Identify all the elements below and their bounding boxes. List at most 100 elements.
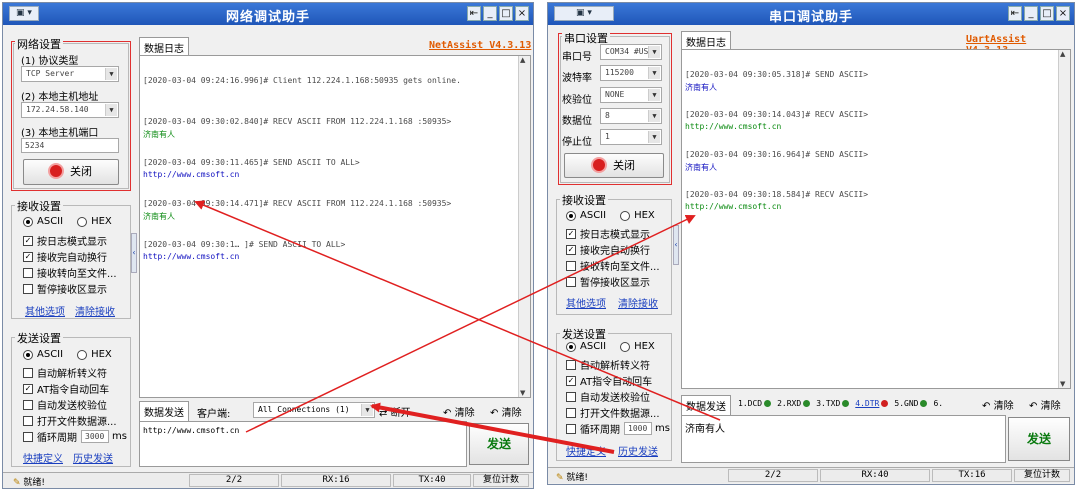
recv-more-options-link[interactable]: 其他选项 xyxy=(25,303,65,318)
baud-select[interactable]: 115200 ▼ xyxy=(600,65,662,81)
send-button[interactable]: 发送 xyxy=(1008,417,1070,461)
send-tab[interactable]: 数据发送 xyxy=(681,395,731,415)
minimize-button[interactable]: _ xyxy=(483,6,497,21)
log-scrollbar[interactable] xyxy=(1058,50,1070,388)
port-select[interactable]: COM34 #US ▼ xyxy=(600,44,662,60)
checkbox[interactable]: ✓ xyxy=(566,375,576,386)
stopbits-select[interactable]: 1 ▼ xyxy=(600,129,662,145)
chevron-down-icon[interactable]: ▼ xyxy=(648,46,660,58)
signal-indicator[interactable]: 3.TXD xyxy=(816,399,850,408)
host-addr-select[interactable]: 172.24.58.140 ▼ xyxy=(21,102,119,118)
shortcut-link[interactable]: 快捷定义 xyxy=(566,443,606,458)
brand-link[interactable]: NetAssist V4.3.13 xyxy=(429,40,531,51)
close-window-button[interactable]: × xyxy=(1056,6,1070,21)
protocol-select[interactable]: TCP Server ▼ xyxy=(21,66,119,82)
checkbox[interactable]: ✓ xyxy=(23,235,33,246)
pin-icon[interactable]: ⇤ xyxy=(467,6,481,21)
chevron-down-icon[interactable]: ▼ xyxy=(361,404,373,416)
checkbox[interactable] xyxy=(566,260,576,271)
pin-icon[interactable]: ⇤ xyxy=(1008,6,1022,21)
uartassist-titlebar[interactable]: ▣ ▾ 串口调试助手 ⇤ _ □ × xyxy=(548,3,1074,25)
client-select[interactable]: All Connections (1) ▼ xyxy=(253,402,375,418)
recv-ascii-radio[interactable] xyxy=(23,216,33,227)
chevron-down-icon[interactable]: ▼ xyxy=(105,68,117,80)
clear-recv-link[interactable]: 清除接收 xyxy=(618,295,658,310)
signal-indicator[interactable]: 2.RXD xyxy=(777,399,811,408)
send-option-1[interactable]: ✓ AT指令自动回车 xyxy=(566,373,652,388)
send-option-0[interactable]: 自动解析转义符 xyxy=(23,365,107,380)
send-option-4[interactable]: 循环周期 xyxy=(566,421,620,436)
maximize-button[interactable]: □ xyxy=(499,6,513,21)
checkbox[interactable] xyxy=(23,267,33,278)
recv-hex-radio[interactable] xyxy=(77,216,88,227)
close-port-button[interactable]: 关闭 xyxy=(564,153,664,178)
send-input[interactable]: 济南有人 xyxy=(681,415,1006,463)
send-tab[interactable]: 数据发送 xyxy=(139,401,189,421)
checkbox[interactable]: ✓ xyxy=(566,228,576,239)
checkbox[interactable] xyxy=(566,391,576,402)
recv-option-0[interactable]: ✓ 按日志模式显示 xyxy=(566,226,650,241)
history-link[interactable]: 历史发送 xyxy=(618,443,658,458)
checkbox[interactable]: ✓ xyxy=(566,244,576,255)
recv-option-2[interactable]: 接收转向至文件... xyxy=(566,258,660,273)
reset-count-button[interactable]: 复位计数 xyxy=(473,474,529,487)
clear-button-1[interactable]: ↶ 清除 xyxy=(982,397,1014,412)
parity-select[interactable]: NONE ▼ xyxy=(600,87,662,103)
chevron-down-icon[interactable]: ▼ xyxy=(648,131,660,143)
recv-hex-radio[interactable] xyxy=(620,210,631,221)
send-input[interactable]: http://www.cmsoft.cn xyxy=(139,421,467,467)
recv-ascii-radio[interactable] xyxy=(566,210,576,221)
recv-option-1[interactable]: ✓ 接收完自动换行 xyxy=(23,249,107,264)
log-area[interactable]: [2020-03-04 09:24:16.996]# Client 112.22… xyxy=(139,55,531,398)
recv-option-0[interactable]: ✓ 按日志模式显示 xyxy=(23,233,107,248)
send-hex-radio[interactable] xyxy=(77,349,88,360)
send-ascii-radio[interactable] xyxy=(23,349,33,360)
signal-indicator[interactable]: 1.DCD xyxy=(738,399,772,408)
checkbox[interactable] xyxy=(23,399,33,410)
maximize-button[interactable]: □ xyxy=(1040,6,1054,21)
host-port-input[interactable]: 5234 xyxy=(21,138,119,153)
reset-count-button[interactable]: 复位计数 xyxy=(1014,469,1070,482)
send-option-2[interactable]: 自动发送校验位 xyxy=(566,389,650,404)
chevron-down-icon[interactable]: ▼ xyxy=(648,110,660,122)
log-tab[interactable]: 数据日志 xyxy=(681,31,731,51)
clear-button-2[interactable]: ↶ 清除 xyxy=(490,404,522,419)
loop-period-input[interactable]: 1000 xyxy=(624,422,652,435)
clear-button-1[interactable]: ↶ 清除 xyxy=(443,404,475,419)
checkbox[interactable] xyxy=(23,415,33,426)
close-window-button[interactable]: × xyxy=(515,6,529,21)
collapse-panel-handle[interactable]: ‹ xyxy=(673,225,679,265)
send-ascii-radio[interactable] xyxy=(566,341,576,352)
log-area[interactable]: [2020-03-04 09:30:05.318]# SEND ASCII> 济南… xyxy=(681,49,1071,389)
shortcut-link[interactable]: 快捷定义 xyxy=(23,450,63,465)
clear-button-2[interactable]: ↶ 清除 xyxy=(1029,397,1061,412)
send-hex-radio[interactable] xyxy=(620,341,631,352)
recv-option-1[interactable]: ✓ 接收完自动换行 xyxy=(566,242,650,257)
collapse-panel-handle[interactable]: ‹ xyxy=(131,233,137,273)
databits-select[interactable]: 8 ▼ xyxy=(600,108,662,124)
checkbox[interactable] xyxy=(23,431,33,442)
minimize-button[interactable]: _ xyxy=(1024,6,1038,21)
send-button[interactable]: 发送 xyxy=(469,423,529,465)
send-option-2[interactable]: 自动发送校验位 xyxy=(23,397,107,412)
chevron-down-icon[interactable]: ▼ xyxy=(648,89,660,101)
checkbox[interactable] xyxy=(566,407,576,418)
loop-period-input[interactable]: 3000 xyxy=(81,430,109,443)
chevron-down-icon[interactable]: ▼ xyxy=(648,67,660,79)
send-option-3[interactable]: 打开文件数据源... xyxy=(23,413,117,428)
send-option-0[interactable]: 自动解析转义符 xyxy=(566,357,650,372)
recv-option-2[interactable]: 接收转向至文件... xyxy=(23,265,117,280)
checkbox[interactable]: ✓ xyxy=(23,251,33,262)
close-connection-button[interactable]: 关闭 xyxy=(23,159,119,185)
clear-recv-link[interactable]: 清除接收 xyxy=(75,303,115,318)
checkbox[interactable] xyxy=(566,276,576,287)
recv-option-3[interactable]: 暂停接收区显示 xyxy=(23,281,107,296)
chevron-down-icon[interactable]: ▼ xyxy=(105,104,117,116)
signal-indicator[interactable]: 5.GND xyxy=(894,399,928,408)
checkbox[interactable] xyxy=(23,283,33,294)
checkbox[interactable] xyxy=(566,423,576,434)
log-scrollbar[interactable] xyxy=(518,56,530,397)
signal-indicator[interactable]: 4.DTR xyxy=(855,399,889,408)
send-option-3[interactable]: 打开文件数据源... xyxy=(566,405,660,420)
disconnect-button[interactable]: ⇄ 断开 xyxy=(379,404,411,419)
